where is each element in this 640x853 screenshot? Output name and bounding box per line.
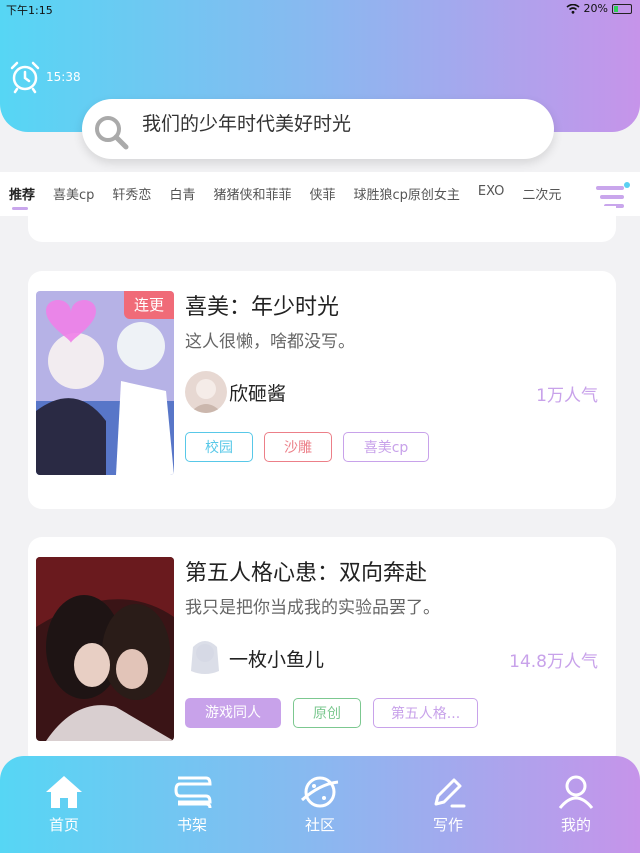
- story-desc: 我只是把你当成我的实验品罢了。: [185, 598, 440, 618]
- avatar[interactable]: [185, 371, 227, 413]
- user-icon: [558, 775, 594, 809]
- alarm-time: 15:38: [46, 70, 81, 84]
- planet-icon: [301, 776, 339, 808]
- tag-chip[interactable]: 第五人格...: [373, 698, 478, 728]
- story-card[interactable]: 连更 喜美：年少时光 这人很懒，啥都没写。 欣砸酱 1万人气 校园 沙雕 喜美c…: [28, 271, 616, 509]
- search-query[interactable]: 我们的少年时代美好时光: [142, 109, 351, 136]
- popularity-count: 14.8万人气: [509, 652, 598, 672]
- tag-chip[interactable]: 原创: [293, 698, 361, 728]
- search-bar[interactable]: 我们的少年时代美好时光: [82, 99, 554, 159]
- nav-home[interactable]: 首页: [24, 774, 104, 835]
- tag-chip[interactable]: 校园: [185, 432, 253, 462]
- nav-write[interactable]: 写作: [408, 774, 488, 835]
- bottom-navigation: 首页 书架 社区 写作 我的: [0, 756, 640, 853]
- nav-community[interactable]: 社区: [280, 774, 360, 835]
- story-title[interactable]: 第五人格心患：双向奔赴: [185, 555, 427, 587]
- nav-label: 书架: [176, 816, 207, 834]
- story-card[interactable]: 第五人格心患：双向奔赴 我只是把你当成我的实验品罢了。 一枚小鱼儿 14.8万人…: [28, 537, 616, 767]
- story-cover[interactable]: 连更: [36, 291, 174, 475]
- tag-chip[interactable]: 喜美cp: [343, 432, 429, 462]
- tag-chip[interactable]: 沙雕: [264, 432, 332, 462]
- home-icon: [46, 776, 82, 808]
- pen-icon: [434, 778, 466, 808]
- author-row[interactable]: 欣砸酱: [185, 371, 286, 413]
- alarm-widget[interactable]: 15:38: [8, 60, 81, 94]
- story-cover[interactable]: [36, 557, 174, 741]
- wifi-icon: [566, 3, 580, 14]
- story-card-partial[interactable]: [28, 206, 616, 242]
- update-badge: 连更: [124, 291, 174, 319]
- nav-label: 我的: [560, 816, 591, 834]
- nav-label: 写作: [432, 816, 463, 834]
- story-title[interactable]: 喜美：年少时光: [185, 289, 339, 321]
- avatar[interactable]: [185, 637, 227, 679]
- battery-percent: 20%: [583, 2, 608, 15]
- author-name: 一枚小鱼儿: [229, 648, 325, 671]
- status-time: 下午1:15: [6, 4, 53, 17]
- alarm-clock-icon: [10, 61, 40, 94]
- nav-label: 首页: [48, 816, 79, 834]
- search-icon: [95, 116, 129, 150]
- author-row[interactable]: 一枚小鱼儿: [185, 637, 324, 679]
- nav-bookshelf[interactable]: 书架: [152, 774, 232, 835]
- bookshelf-icon: [174, 776, 212, 809]
- nav-label: 社区: [304, 816, 335, 834]
- story-desc: 这人很懒，啥都没写。: [185, 332, 355, 352]
- popularity-count: 1万人气: [536, 386, 598, 406]
- tag-chip[interactable]: 游戏同人: [185, 698, 281, 728]
- nav-profile[interactable]: 我的: [536, 774, 616, 835]
- cover-illustration: [36, 557, 174, 741]
- author-name: 欣砸酱: [229, 382, 287, 405]
- battery-icon: [612, 3, 632, 14]
- status-bar: 下午1:15 20%: [0, 0, 640, 18]
